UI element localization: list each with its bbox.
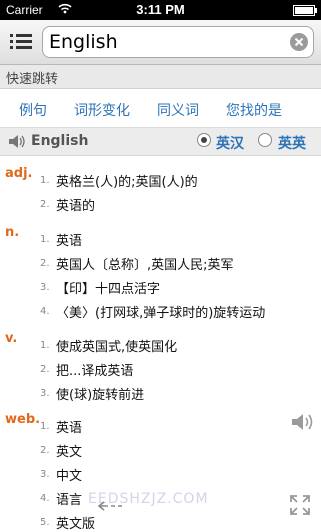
def-number: 2. [40, 364, 50, 375]
web-speaker-icon[interactable] [291, 412, 315, 436]
def-number: 2. [40, 445, 50, 456]
definition-list: adj. 1. 英格兰(人)的;英国(人)的 2. 英语的 n. 1. 英语 2… [0, 156, 321, 532]
back-arrow-icon[interactable] [97, 496, 126, 515]
def-number: 1. [40, 175, 50, 186]
link-synonyms[interactable]: 同义词 [157, 100, 199, 120]
headword: English [31, 133, 89, 149]
search-bar [0, 20, 321, 65]
clock: 3:11 PM [136, 2, 185, 17]
def-number: 3. [40, 282, 50, 293]
definition: 英文版 [56, 517, 96, 532]
def-number: 3. [40, 469, 50, 480]
search-input[interactable] [49, 29, 279, 55]
speaker-icon[interactable] [8, 134, 26, 153]
definition: 【印】十四点活字 [56, 282, 161, 297]
def-number: 1. [40, 340, 50, 351]
radio-en-en[interactable] [258, 133, 272, 147]
definition: 英语 [56, 234, 83, 249]
clear-icon[interactable] [290, 33, 308, 51]
search-field[interactable] [42, 26, 314, 58]
radio-en-zh[interactable] [197, 133, 211, 147]
pos-label: web. [5, 412, 41, 427]
definition: 使(球)旋转前进 [56, 388, 145, 403]
quick-jump-label: 快速跳转 [6, 72, 59, 87]
def-number: 4. [40, 306, 50, 317]
radio-en-en-label[interactable]: 英英 [278, 133, 306, 153]
def-number: 1. [40, 234, 50, 245]
definition: 〈美〉(打网球,弹子球时的)旋转运动 [56, 306, 266, 321]
status-bar: Carrier 3:11 PM [0, 0, 321, 20]
definition: 英文 [56, 445, 83, 460]
quick-jump-header: 快速跳转 [0, 65, 321, 89]
definition: 英国人〔总称〕,英国人民;英军 [56, 258, 234, 273]
definition: 中文 [56, 469, 83, 484]
link-inflections[interactable]: 词形变化 [74, 100, 130, 120]
battery-icon [293, 5, 317, 16]
definition: 英语的 [56, 199, 96, 214]
word-bar: English 英汉 英英 [0, 128, 321, 156]
def-number: 2. [40, 258, 50, 269]
pos-label: adj. [5, 166, 33, 181]
def-number: 1. [40, 421, 50, 432]
link-examples[interactable]: 例句 [19, 100, 47, 120]
jump-links: 例句 词形变化 同义词 您找的是 [0, 89, 321, 128]
link-did-you-mean[interactable]: 您找的是 [226, 100, 282, 120]
menu-icon[interactable] [10, 34, 32, 50]
definition: 把...译成英语 [56, 364, 134, 379]
definition: 英语 [56, 421, 83, 436]
definition: 使成英国式,使英国化 [56, 340, 178, 355]
definition: 英格兰(人)的;英国(人)的 [56, 175, 198, 190]
def-number: 2. [40, 199, 50, 210]
radio-en-zh-label[interactable]: 英汉 [216, 133, 244, 153]
def-number: 3. [40, 388, 50, 399]
definition: 语言 [56, 493, 83, 508]
expand-icon[interactable] [289, 494, 311, 520]
pos-label: n. [5, 225, 20, 240]
def-number: 4. [40, 493, 50, 504]
def-number: 5. [40, 517, 50, 528]
pos-label: v. [5, 331, 18, 346]
